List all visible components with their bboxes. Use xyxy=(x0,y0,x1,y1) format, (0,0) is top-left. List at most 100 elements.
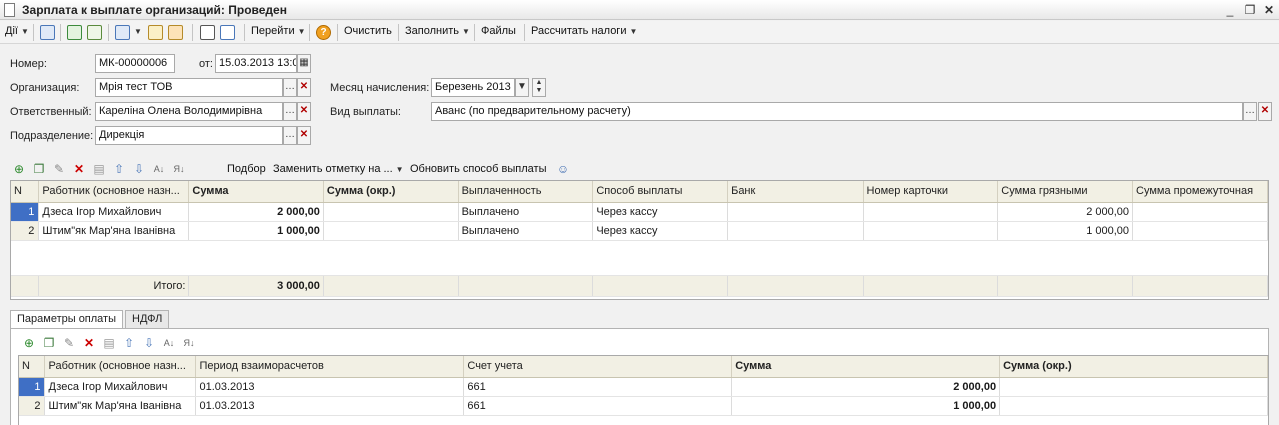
minimize-icon[interactable]: _ xyxy=(1222,2,1238,18)
post-and-close-icon[interactable] xyxy=(40,25,55,40)
cell-worker[interactable]: Штим"як Мар'яна Іванівна xyxy=(44,396,197,416)
cell-method[interactable]: Через кассу xyxy=(592,221,729,241)
tab-payment-params[interactable]: Параметры оплаты xyxy=(10,310,124,329)
responsible-clear-icon[interactable]: ✕ xyxy=(297,102,311,121)
cell-sum[interactable]: 2 000,00 xyxy=(188,202,324,222)
col-sum-rounded[interactable]: Сумма (окр.) xyxy=(999,356,1268,378)
pick-button[interactable]: Подбор xyxy=(227,163,266,175)
move-up-icon[interactable]: ⇧ xyxy=(112,162,126,176)
cell-gross[interactable]: 1 000,00 xyxy=(997,221,1134,241)
move-down-icon[interactable]: ⇩ xyxy=(132,162,146,176)
create-based-on-dropdown[interactable]: ▼ xyxy=(131,25,142,37)
cell-worker[interactable]: Дзеса Ігор Михайлович xyxy=(38,202,190,222)
replace-mark-menu-button[interactable]: Заменить отметку на ... ▼ xyxy=(273,163,404,175)
cell-paid[interactable]: Выплачено xyxy=(458,202,594,222)
cell-sum-rounded[interactable] xyxy=(323,221,459,241)
structure-icon[interactable] xyxy=(200,25,215,40)
table-row[interactable]: 2 Штим"як Мар'яна Іванівна 1 000,00 Выпл… xyxy=(11,221,1268,241)
sort-asc-icon[interactable]: A↓ xyxy=(162,336,176,350)
col-worker[interactable]: Работник (основное назн... xyxy=(44,356,197,378)
responsible-input[interactable]: Кареліна Олена Володимирівна xyxy=(95,102,283,121)
sort-asc-icon[interactable]: A↓ xyxy=(152,162,166,176)
move-up-icon[interactable]: ⇧ xyxy=(122,336,136,350)
close-icon[interactable]: ✕ xyxy=(1261,2,1277,18)
cell-method[interactable]: Через кассу xyxy=(592,202,729,222)
edit-row-icon[interactable]: ✎ xyxy=(62,336,76,350)
department-input[interactable]: Дирекція xyxy=(95,126,283,145)
org-clear-icon[interactable]: ✕ xyxy=(297,78,311,97)
department-clear-icon[interactable]: ✕ xyxy=(297,126,311,145)
cell-bank[interactable] xyxy=(727,202,864,222)
month-spinner-icon[interactable]: ▲ ▼ xyxy=(532,78,546,97)
col-card[interactable]: Номер карточки xyxy=(863,181,999,203)
cell-interim[interactable] xyxy=(1132,202,1268,222)
table-row[interactable]: 1 Дзеса Ігор Михайлович 01.03.2013 661 2… xyxy=(19,377,1268,397)
cell-sum[interactable]: 2 000,00 xyxy=(731,377,1001,397)
move-down-icon[interactable]: ⇩ xyxy=(142,336,156,350)
cell-worker[interactable]: Дзеса Ігор Михайлович xyxy=(44,377,197,397)
col-sum[interactable]: Сумма xyxy=(188,181,324,203)
update-method-button[interactable]: Обновить способ выплаты xyxy=(410,163,546,175)
cell-sum-rounded[interactable] xyxy=(323,202,459,222)
fill-menu-button[interactable]: Заполнить ▼ xyxy=(405,25,470,37)
paytype-select-button[interactable]: … xyxy=(1243,102,1257,121)
col-n[interactable]: N xyxy=(11,181,40,203)
cell-interim[interactable] xyxy=(1132,221,1268,241)
cell-sum-rounded[interactable] xyxy=(999,377,1268,397)
cell-sum-rounded[interactable] xyxy=(999,396,1268,416)
col-method[interactable]: Способ выплаты xyxy=(592,181,729,203)
col-paid[interactable]: Выплаченность xyxy=(458,181,594,203)
cell-period[interactable]: 01.03.2013 xyxy=(195,396,465,416)
table-row[interactable]: 2 Штим"як Мар'яна Іванівна 01.03.2013 66… xyxy=(19,396,1268,416)
cell-account[interactable]: 661 xyxy=(463,377,733,397)
cell-card[interactable] xyxy=(863,202,999,222)
col-worker[interactable]: Работник (основное назн... xyxy=(38,181,190,203)
cell-gross[interactable]: 2 000,00 xyxy=(997,202,1134,222)
copy-row-icon[interactable]: ❐ xyxy=(42,336,56,350)
calc-taxes-menu-button[interactable]: Рассчитать налоги ▼ xyxy=(531,25,637,37)
goto-menu-button[interactable]: Перейти ▼ xyxy=(251,25,306,37)
actions-menu-button[interactable]: Дії ▼ xyxy=(5,25,29,37)
edit-row-icon[interactable]: ✎ xyxy=(52,162,66,176)
create-based-on-icon[interactable] xyxy=(115,25,130,40)
help-icon[interactable]: ? xyxy=(316,25,331,40)
add-row-icon[interactable]: ⊕ xyxy=(12,162,26,176)
calendar-icon[interactable]: ▦ xyxy=(297,54,311,73)
cell-sum[interactable]: 1 000,00 xyxy=(731,396,1001,416)
paytype-input[interactable]: Аванс (по предварительному расчету) xyxy=(431,102,1243,121)
print-icon[interactable] xyxy=(168,25,183,40)
clear-button[interactable]: Очистить xyxy=(344,25,392,37)
list-settings-icon[interactable] xyxy=(220,25,235,40)
cell-period[interactable]: 01.03.2013 xyxy=(195,377,465,397)
files-button[interactable]: Файлы xyxy=(481,25,516,37)
org-input[interactable]: Мрія тест ТОВ xyxy=(95,78,283,97)
delete-row-icon[interactable]: ✕ xyxy=(72,162,86,176)
end-edit-icon[interactable]: ▤ xyxy=(92,162,106,176)
department-select-button[interactable]: … xyxy=(283,126,297,145)
month-input[interactable]: Березень 2013 xyxy=(431,78,515,97)
sort-desc-icon[interactable]: Я↓ xyxy=(182,336,196,350)
tab-ndfl[interactable]: НДФЛ xyxy=(125,310,170,328)
number-input[interactable]: МК-00000006 xyxy=(95,54,175,73)
paytype-clear-icon[interactable]: ✕ xyxy=(1258,102,1272,121)
col-period[interactable]: Период взаиморасчетов xyxy=(195,356,465,378)
col-account[interactable]: Счет учета xyxy=(463,356,733,378)
cell-paid[interactable]: Выплачено xyxy=(458,221,594,241)
date-input[interactable]: 15.03.2013 13:0 xyxy=(215,54,297,73)
org-select-button[interactable]: … xyxy=(283,78,297,97)
cell-bank[interactable] xyxy=(727,221,864,241)
cell-sum[interactable]: 1 000,00 xyxy=(188,221,324,241)
add-row-icon[interactable]: ⊕ xyxy=(22,336,36,350)
col-sum-rounded[interactable]: Сумма (окр.) xyxy=(323,181,459,203)
table-row[interactable]: 1 Дзеса Ігор Михайлович 2 000,00 Выплаче… xyxy=(11,202,1268,222)
col-sum[interactable]: Сумма xyxy=(731,356,1001,378)
cell-account[interactable]: 661 xyxy=(463,396,733,416)
col-bank[interactable]: Банк xyxy=(727,181,864,203)
sort-desc-icon[interactable]: Я↓ xyxy=(172,162,186,176)
responsible-select-button[interactable]: … xyxy=(283,102,297,121)
movements-icon[interactable] xyxy=(148,25,163,40)
cell-card[interactable] xyxy=(863,221,999,241)
user-icon[interactable]: ☺ xyxy=(556,162,570,176)
col-n[interactable]: N xyxy=(19,356,46,378)
delete-row-icon[interactable]: ✕ xyxy=(82,336,96,350)
